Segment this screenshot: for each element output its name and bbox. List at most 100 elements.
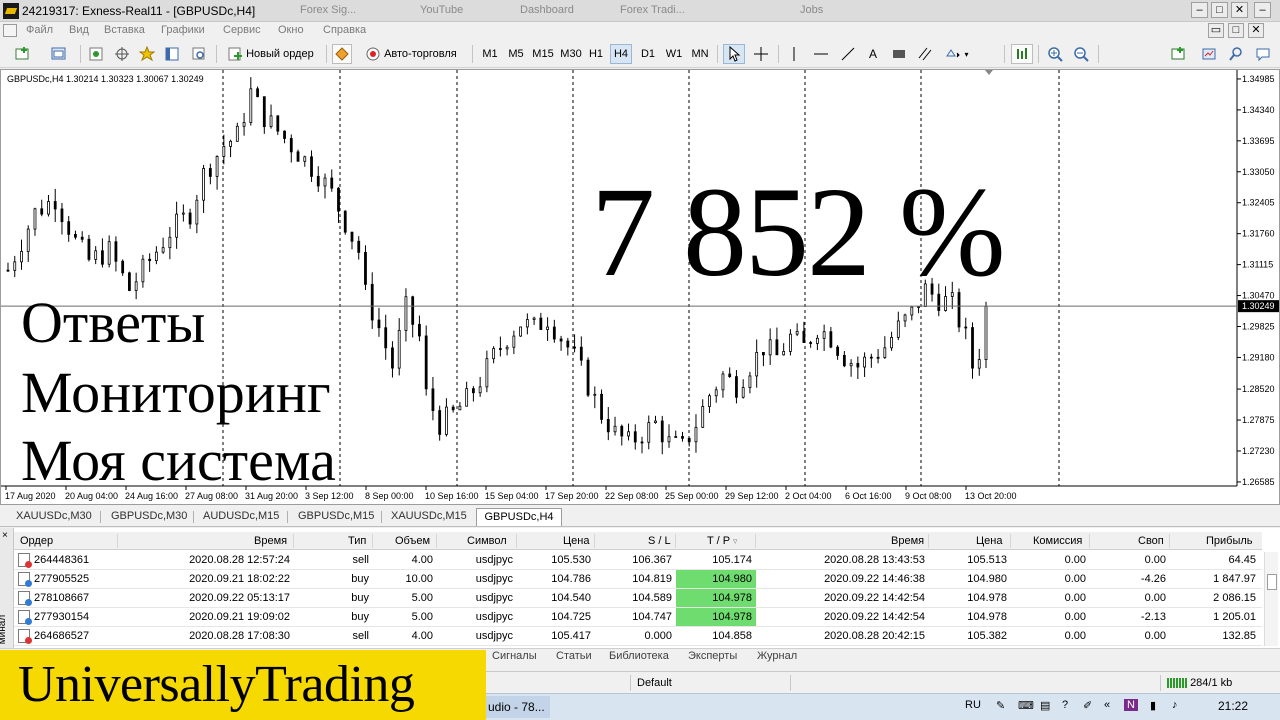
taskbar-clock[interactable]: 21:22 bbox=[1218, 699, 1248, 713]
timeframe-m5[interactable]: M5 bbox=[505, 44, 527, 64]
column-symbol[interactable]: Символ bbox=[467, 535, 507, 547]
background-tab-4[interactable]: Forex Tradi... bbox=[620, 4, 685, 16]
tray-brush-icon[interactable]: ✐ bbox=[1083, 699, 1092, 712]
tray-pen-icon[interactable]: ✎ bbox=[996, 699, 1005, 712]
tray-help-icon[interactable]: ? bbox=[1062, 699, 1068, 711]
scrollbar-thumb[interactable] bbox=[1267, 574, 1277, 590]
chat-button[interactable] bbox=[1252, 44, 1274, 64]
text-label-button[interactable] bbox=[888, 44, 910, 64]
timeframe-h1[interactable]: H1 bbox=[586, 44, 606, 64]
minimize-button[interactable]: – bbox=[1191, 2, 1208, 18]
order-row[interactable]: 264686527 2020.08.28 17:08:30 sell 4.00 usdj… bbox=[14, 627, 1262, 646]
crosshair-tool-button[interactable] bbox=[750, 44, 772, 64]
data-window-button[interactable] bbox=[112, 44, 132, 64]
terminal-tab-signals[interactable]: Сигналы bbox=[492, 650, 537, 662]
column-type[interactable]: Тип bbox=[348, 535, 366, 547]
background-tab-5[interactable]: Jobs bbox=[800, 4, 823, 16]
chart-tab-xauusdc-m15[interactable]: XAUUSDc,M15 bbox=[387, 508, 471, 526]
language-indicator[interactable]: RU bbox=[965, 699, 981, 711]
terminal-tab-journal[interactable]: Журнал bbox=[757, 650, 797, 662]
doc-minimize-button[interactable]: – bbox=[1254, 2, 1271, 18]
meta-editor-button[interactable] bbox=[332, 44, 352, 64]
market-watch-button[interactable] bbox=[86, 44, 106, 64]
chart-shift-button[interactable] bbox=[1011, 44, 1033, 64]
timeframe-m15[interactable]: M15 bbox=[530, 44, 556, 64]
background-tab-1[interactable]: Forex Sig... bbox=[300, 4, 356, 16]
horizontal-line-button[interactable] bbox=[810, 44, 832, 64]
close-button[interactable]: ✕ bbox=[1231, 2, 1248, 18]
column-order[interactable]: Ордер bbox=[20, 535, 53, 547]
fibonacci-button[interactable] bbox=[914, 44, 936, 64]
text-tool-button[interactable]: A bbox=[862, 44, 884, 64]
trendline-button[interactable] bbox=[837, 44, 859, 64]
new-order-button[interactable]: Новый ордер bbox=[222, 44, 320, 64]
terminal-button[interactable] bbox=[162, 44, 182, 64]
column-time-open[interactable]: Время bbox=[254, 535, 287, 547]
tray-volume-icon[interactable]: ♪ bbox=[1172, 699, 1178, 711]
menu-insert[interactable]: Вставка bbox=[104, 24, 145, 36]
chart-tab-gbpusdc-m15[interactable]: GBPUSDc,M15 bbox=[294, 508, 378, 526]
chart-window-icon[interactable] bbox=[3, 24, 17, 37]
taskbar-item-studio[interactable]: udio - 78... bbox=[486, 696, 550, 718]
indicators-button[interactable] bbox=[1164, 44, 1194, 64]
timeframe-w1[interactable]: W1 bbox=[663, 44, 685, 64]
tray-folder-icon[interactable]: ▤ bbox=[1040, 699, 1050, 712]
search-button[interactable] bbox=[1225, 44, 1247, 64]
vertical-line-button[interactable] bbox=[784, 44, 804, 64]
order-row[interactable]: 277905525 2020.09.21 18:02:22 buy 10.00 usdj… bbox=[14, 570, 1262, 589]
chart-tab-audusdc-m15[interactable]: AUDUSDc,M15 bbox=[199, 508, 283, 526]
autotrading-button[interactable]: Авто-торговля bbox=[362, 44, 466, 64]
zoom-in-button[interactable] bbox=[1044, 44, 1066, 64]
column-swap[interactable]: Своп bbox=[1138, 535, 1164, 547]
tray-chevron-icon[interactable]: « bbox=[1104, 699, 1110, 711]
menu-file[interactable]: Файл bbox=[26, 24, 53, 36]
navigator-button[interactable] bbox=[137, 44, 157, 64]
column-price-close[interactable]: Цена bbox=[976, 535, 1002, 547]
orders-scrollbar[interactable] bbox=[1264, 552, 1278, 646]
background-tab-3[interactable]: Dashboard bbox=[520, 4, 574, 16]
menu-tools[interactable]: Сервис bbox=[223, 24, 261, 36]
timeframe-m1[interactable]: M1 bbox=[479, 44, 501, 64]
chart-tab-gbpusdc-h4[interactable]: GBPUSDc,H4 bbox=[476, 508, 562, 526]
order-row[interactable]: 277930154 2020.09.21 19:09:02 buy 5.00 usdjp… bbox=[14, 608, 1262, 627]
menu-view[interactable]: Вид bbox=[69, 24, 89, 36]
column-time-close[interactable]: Время bbox=[891, 535, 924, 547]
menu-charts[interactable]: Графики bbox=[161, 24, 205, 36]
strategy-tester-button[interactable] bbox=[189, 44, 209, 64]
order-row[interactable]: 264448361 2020.08.28 12:57:24 sell 4.00 usdj… bbox=[14, 551, 1262, 570]
cursor-tool-button[interactable] bbox=[723, 44, 745, 64]
terminal-tab-library[interactable]: Библиотека bbox=[609, 650, 669, 662]
doc-restore-button[interactable]: ▭ bbox=[1208, 23, 1224, 38]
chart-window[interactable]: 1.34985 1.34340 1.33695 1.33050 1.32405 1.317… bbox=[0, 69, 1280, 505]
column-tp[interactable]: T / P ▿ bbox=[707, 535, 737, 547]
doc-maximize-button[interactable]: □ bbox=[1228, 23, 1244, 38]
terminal-tab-articles[interactable]: Статьи bbox=[556, 650, 592, 662]
column-profit[interactable]: Прибыль bbox=[1206, 535, 1253, 547]
menu-help[interactable]: Справка bbox=[323, 24, 366, 36]
terminal-close-icon[interactable]: × bbox=[2, 530, 8, 541]
tray-keyboard-icon[interactable]: ⌨ bbox=[1018, 699, 1034, 712]
chart-tab-xauusdc-m30[interactable]: XAUUSDc,M30 bbox=[12, 508, 96, 526]
column-price-open[interactable]: Цена bbox=[563, 535, 589, 547]
status-profile[interactable]: Default bbox=[630, 675, 790, 691]
order-row[interactable]: 278108667 2020.09.22 05:13:17 buy 5.00 usdjp… bbox=[14, 589, 1262, 608]
terminal-tab-experts[interactable]: Эксперты bbox=[688, 650, 737, 662]
timeframe-h4[interactable]: H4 bbox=[610, 44, 632, 64]
timeframe-m30[interactable]: M30 bbox=[558, 44, 584, 64]
tray-network-icon[interactable]: ▮ bbox=[1150, 699, 1156, 712]
chart-tab-gbpusdc-m30[interactable]: GBPUSDc,M30 bbox=[107, 508, 191, 526]
background-tab-2[interactable]: YouTube bbox=[420, 4, 463, 16]
column-volume[interactable]: Объем bbox=[395, 535, 430, 547]
tray-onenote-icon[interactable]: N bbox=[1124, 699, 1138, 711]
menu-window[interactable]: Окно bbox=[278, 24, 304, 36]
column-commission[interactable]: Комиссия bbox=[1033, 535, 1082, 547]
timeframe-mn[interactable]: MN bbox=[688, 44, 712, 64]
shapes-dropdown-button[interactable]: ▾ bbox=[940, 44, 974, 64]
zoom-out-button[interactable] bbox=[1070, 44, 1092, 64]
maximize-button[interactable]: □ bbox=[1211, 2, 1228, 18]
profiles-button[interactable] bbox=[44, 44, 74, 64]
timeframe-d1[interactable]: D1 bbox=[637, 44, 659, 64]
new-chart-button[interactable] bbox=[8, 44, 38, 64]
doc-close-button[interactable]: ✕ bbox=[1248, 23, 1264, 38]
column-sl[interactable]: S / L bbox=[648, 535, 671, 547]
